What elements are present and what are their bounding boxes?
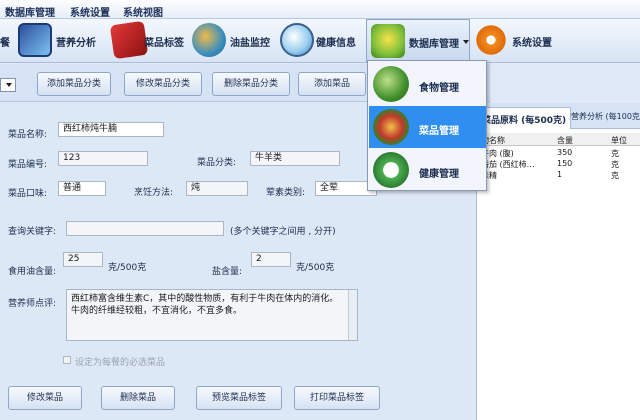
tab-nutrition[interactable]: 营养分析 (每100克 xyxy=(571,111,640,122)
delete-category-button[interactable]: 删除菜品分类 xyxy=(212,72,290,96)
dish-category-field[interactable]: 牛羊类 xyxy=(250,151,340,166)
cooking-method-field[interactable]: 炖 xyxy=(186,181,248,196)
menu-item-dish-label: 菜品管理 xyxy=(419,126,459,137)
health-icon xyxy=(373,152,409,188)
toolbar-dish-label-label: 菜品标签 xyxy=(144,38,184,49)
oil-salt-monitor-icon xyxy=(192,23,226,57)
row-name: 番茄 (西红柿… xyxy=(481,160,535,169)
toolbar-settings-button[interactable]: 系统设置 xyxy=(474,19,564,63)
nutrition-analysis-icon xyxy=(18,23,52,57)
oil-unit-label: 克/500克 xyxy=(108,263,147,273)
table-row[interactable]: 番茄 (西红柿… 150 克 xyxy=(477,159,640,169)
comment-text: 西红柿富含维生素C，其中的酸性物质，有利于牛肉在体内的消化。牛肉的纤维经较粗，不… xyxy=(71,294,339,316)
keyword-label: 查询关键字: xyxy=(8,227,57,237)
ingredients-table-header: 物名称 含量 单位 xyxy=(477,133,640,146)
preview-label-button[interactable]: 预览菜品标签 xyxy=(196,386,282,410)
comment-scrollbar[interactable] xyxy=(348,290,357,340)
salt-content-field[interactable]: 2 xyxy=(251,252,291,267)
column-amount[interactable]: 含量 xyxy=(557,135,573,146)
edit-dish-button[interactable]: 修改菜品 xyxy=(8,386,82,410)
dish-icon xyxy=(373,109,409,145)
print-label-button[interactable]: 打印菜品标签 xyxy=(294,386,380,410)
dish-code-field[interactable]: 123 xyxy=(58,151,148,166)
toolbar-nutrition-button[interactable]: 营养分析 xyxy=(18,19,102,63)
toolbar-oil-salt-button[interactable]: 油盐监控 xyxy=(190,19,276,63)
toolbar-meal-label: 餐 xyxy=(0,38,10,49)
chevron-down-icon xyxy=(463,40,469,44)
oil-content-label: 食用油含量: xyxy=(8,267,57,277)
row-amount: 150 xyxy=(557,159,573,168)
toolbar-health-info-label: 健康信息 xyxy=(316,38,356,49)
health-info-icon xyxy=(280,23,314,57)
tab-ingredients[interactable]: 菜品原料 (每500克) xyxy=(477,107,572,129)
menu-bar: 数据库管理 系统设置 系统视图 xyxy=(0,0,640,19)
menu-item-health-label: 健康管理 xyxy=(419,169,459,180)
salt-content-label: 盐含量: xyxy=(212,267,243,277)
taste-label: 菜品口味: xyxy=(8,189,48,199)
dish-name-label: 菜品名称: xyxy=(8,130,48,140)
menu-system-settings[interactable]: 系统设置 xyxy=(70,4,110,19)
category-combo[interactable] xyxy=(0,78,16,92)
chevron-down-icon xyxy=(6,83,12,87)
comment-label: 营养师点评: xyxy=(8,299,57,309)
toolbar-database-button[interactable]: 数据库管理 xyxy=(366,19,470,63)
menu-system-view[interactable]: 系统视图 xyxy=(123,4,163,19)
add-dish-button[interactable]: 添加菜品 xyxy=(298,72,366,96)
row-unit: 克 xyxy=(611,171,619,180)
keyword-hint: (多个关键字之间用 , 分开) xyxy=(230,227,336,237)
toolbar-settings-label: 系统设置 xyxy=(512,38,552,49)
row-unit: 克 xyxy=(611,149,619,158)
required-dish-label: 设定为每餐的必选菜品 xyxy=(75,358,166,368)
toolbar-oil-salt-label: 油盐监控 xyxy=(230,38,270,49)
toolbar-database-label: 数据库管理 xyxy=(409,39,459,50)
keyword-field[interactable] xyxy=(66,221,224,236)
comment-textarea[interactable]: 西红柿富含维生素C，其中的酸性物质，有利于牛肉在体内的消化。牛肉的纤维经较粗，不… xyxy=(66,289,358,341)
toolbar-nutrition-label: 营养分析 xyxy=(56,38,96,49)
row-unit: 克 xyxy=(611,160,619,169)
row-amount: 350 xyxy=(557,148,573,157)
toolbar-dish-label-button[interactable]: 菜品标签 xyxy=(104,19,188,63)
toolbar-health-info-button[interactable]: 健康信息 xyxy=(278,19,364,63)
add-category-button[interactable]: 添加菜品分类 xyxy=(37,72,111,96)
menu-item-food-management[interactable]: 食物管理 xyxy=(369,63,486,105)
table-row[interactable]: 味精 1 克 xyxy=(477,170,640,180)
meat-type-label: 荤素类别: xyxy=(266,188,306,198)
toolbar: 餐 营养分析 菜品标签 油盐监控 健康信息 数据库管理 系统设置 xyxy=(0,19,640,63)
toolbar-meal-button[interactable]: 餐 xyxy=(0,19,16,63)
salt-unit-label: 克/500克 xyxy=(296,263,335,273)
menu-item-food-label: 食物管理 xyxy=(419,83,459,94)
dish-name-field[interactable]: 西红柿炖牛腩 xyxy=(58,122,164,137)
column-unit[interactable]: 单位 xyxy=(611,135,627,146)
database-dropdown-menu: 食物管理 菜品管理 健康管理 xyxy=(367,60,487,191)
taste-field[interactable]: 普通 xyxy=(58,181,106,196)
delete-dish-button[interactable]: 删除菜品 xyxy=(101,386,175,410)
required-dish-checkbox[interactable] xyxy=(63,356,71,364)
database-icon xyxy=(371,24,405,58)
dish-category-label: 菜品分类: xyxy=(197,158,237,168)
cooking-method-label: 烹饪方法: xyxy=(134,188,174,198)
dish-label-icon xyxy=(109,20,149,60)
menu-database[interactable]: 数据库管理 xyxy=(5,4,55,19)
ingredients-tabs: 菜品原料 (每500克) 营养分析 (每100克 xyxy=(477,103,640,129)
dish-code-label: 菜品编号: xyxy=(8,160,48,170)
food-icon xyxy=(373,66,409,102)
oil-content-field[interactable]: 25 xyxy=(63,252,103,267)
table-row[interactable]: 牛肉 (腹) 350 克 xyxy=(477,148,640,158)
menu-item-health-management[interactable]: 健康管理 xyxy=(369,149,486,191)
gear-icon xyxy=(474,23,508,57)
row-amount: 1 xyxy=(557,170,563,179)
ingredients-panel: 菜品原料 (每500克) 营养分析 (每100克 物名称 含量 单位 牛肉 (腹… xyxy=(476,103,640,420)
menu-item-dish-management[interactable]: 菜品管理 xyxy=(369,106,486,148)
edit-category-button[interactable]: 修改菜品分类 xyxy=(124,72,202,96)
